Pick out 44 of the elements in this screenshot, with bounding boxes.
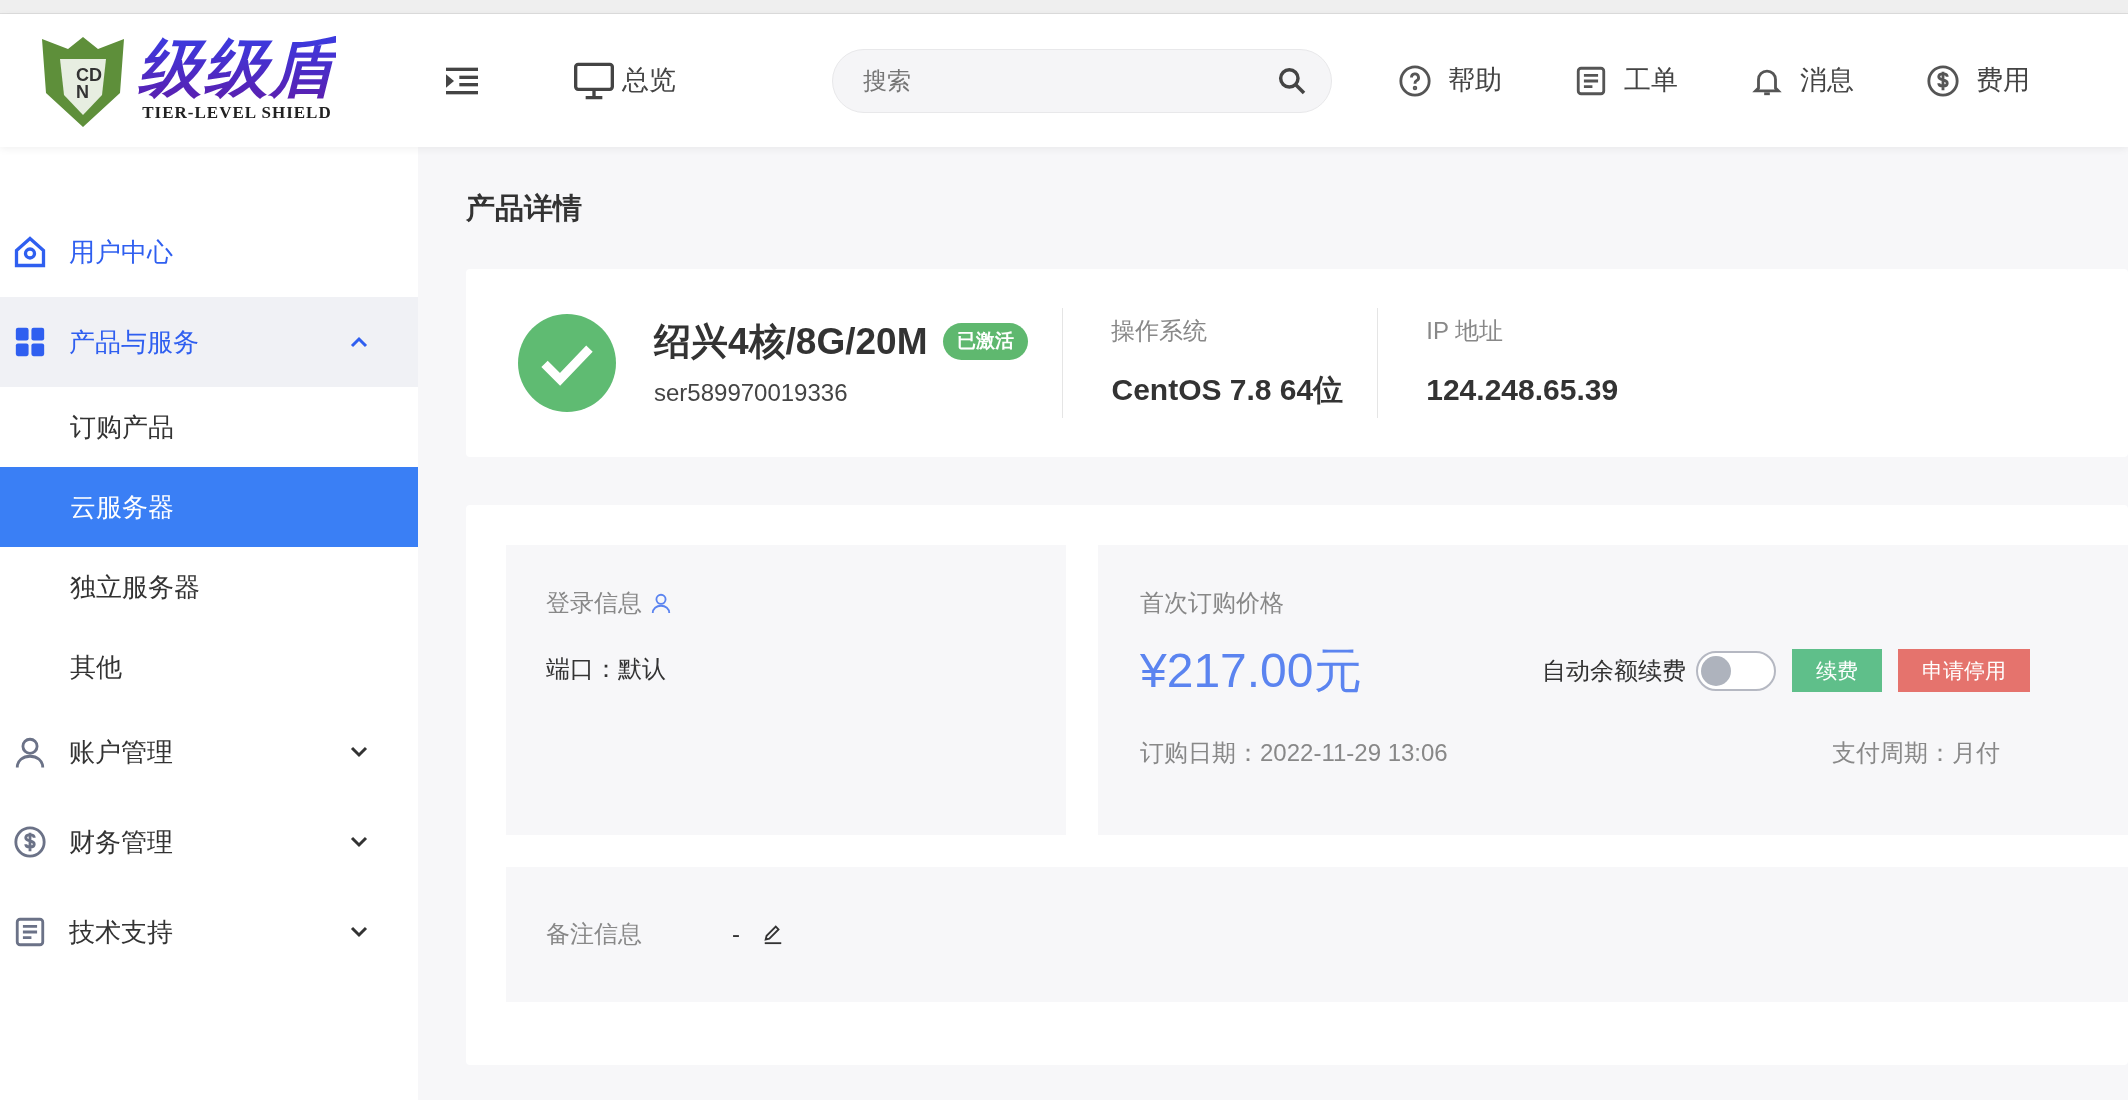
chevron-down-icon <box>350 746 368 758</box>
sidebar-subitem[interactable]: 云服务器 <box>0 467 418 547</box>
fact-value: 124.248.65.39 <box>1426 372 1619 408</box>
price-title: 首次订购价格 <box>1140 587 1285 618</box>
check-circle-icon <box>518 313 616 412</box>
status-badge: 已激活 <box>943 323 1029 360</box>
home-icon <box>12 234 48 270</box>
remark-label: 备注信息 <box>546 919 642 949</box>
header-link[interactable]: 工单 <box>1568 59 1684 102</box>
pencil-icon[interactable] <box>762 923 784 945</box>
price-amount: ¥217.00元 <box>1140 642 1363 699</box>
header-link[interactable]: 费用 <box>1920 59 2036 102</box>
order-date: 订购日期：2022-11-29 13:06 <box>1140 737 1449 768</box>
menu-indent-icon[interactable] <box>446 66 478 95</box>
product-id: ser589970019336 <box>654 378 849 409</box>
help-icon <box>1398 63 1432 98</box>
search-field[interactable]: 搜索 <box>832 48 1332 113</box>
header-link[interactable]: 帮助 <box>1392 59 1508 102</box>
auto-renew-toggle[interactable] <box>1696 650 1776 691</box>
chevron-up-icon <box>350 336 368 348</box>
fact-label: 操作系统 <box>1111 316 1209 346</box>
remark-value: - <box>732 919 740 949</box>
login-title: 登录信息 <box>546 587 642 618</box>
fact-value: CentOS 7.8 64位 <box>1111 372 1344 408</box>
logo-title: 级级盾 <box>138 35 336 100</box>
logo-subtitle: TIER-LEVEL SHIELD <box>142 101 332 124</box>
document-icon <box>13 915 47 949</box>
overview-link[interactable]: 总览 <box>568 59 682 102</box>
product-name: 绍兴4核/8G/20M <box>654 319 928 364</box>
monitor-icon <box>574 61 614 100</box>
fact-label: IP 地址 <box>1426 316 1505 346</box>
sidebar-item[interactable]: 产品与服务 <box>0 297 418 387</box>
logo-letters: CDN <box>76 67 103 100</box>
chevron-down-icon <box>350 836 368 848</box>
grid-icon <box>13 325 47 359</box>
payment-cycle: 支付周期：月付 <box>1832 737 2000 768</box>
auto-renew-label: 自动余额续费 <box>1542 655 1686 686</box>
dollar-icon <box>1926 63 1960 98</box>
user-icon <box>13 735 47 769</box>
header-link[interactable]: 消息 <box>1744 59 1860 102</box>
port-text: 端口：默认 <box>546 653 667 684</box>
dollar-icon <box>13 825 47 859</box>
chevron-down-icon <box>350 926 368 938</box>
page-title: 产品详情 <box>466 191 583 226</box>
